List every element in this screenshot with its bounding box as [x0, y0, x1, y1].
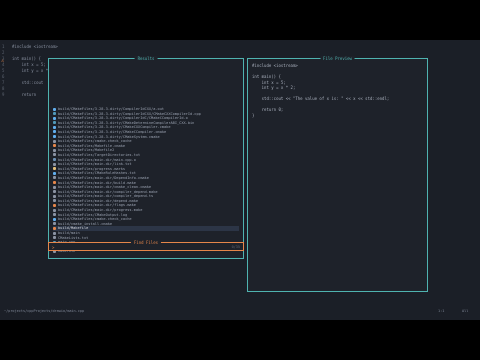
- cmake-file-icon: [53, 125, 56, 129]
- text-file-icon: [53, 139, 56, 143]
- line-number: 8: [2, 86, 5, 91]
- result-path: build/CMakeFiles/Makefile.cmake: [58, 143, 126, 148]
- result-path: build/CMakeFiles/main.dir/DependInfo.cma…: [58, 175, 149, 180]
- text-file-icon: [53, 153, 56, 157]
- folder-file-icon: [53, 158, 56, 162]
- result-path: build/CMakeFiles/main.dir/compiler_depen…: [58, 194, 154, 199]
- results-list: build/CMakeFiles/3.28.3-dirty/CompilerId…: [53, 107, 239, 254]
- find-files-prompt[interactable]: Find Files > 0/35: [48, 240, 244, 251]
- preview-line: std::cout << "The value of x is: " << x …: [252, 96, 390, 101]
- cursor-position: 1:1: [438, 309, 445, 313]
- result-path: build/CMakeFiles/cmake.check_cache: [58, 217, 132, 222]
- text-file-icon: [53, 148, 56, 152]
- results-panel: Results build/CMakeFiles/3.28.3-dirty/Co…: [48, 56, 244, 259]
- result-path: build/CMakeFiles/main.dir/link.txt: [58, 162, 132, 167]
- cpp-file-icon: [53, 121, 56, 125]
- result-path: build/CMakeFiles/main.dir/progress.make: [58, 208, 143, 213]
- text-file-icon: [53, 162, 56, 166]
- result-path: build/CMakeFiles/main.dir/cmake_clean.cm…: [58, 185, 152, 190]
- line-number: 6: [2, 74, 5, 79]
- result-path: build/CMakeFiles/3.28.3-dirty/CMakeSyste…: [58, 134, 160, 139]
- result-path: build/Makefile: [58, 226, 89, 231]
- editor-line: return: [12, 92, 37, 97]
- editor-line: std::cout: [12, 80, 44, 85]
- cmake-file-icon: [53, 116, 56, 120]
- cmake-file-icon: [53, 135, 56, 139]
- result-path: build/cmake_install.cmake: [58, 221, 113, 226]
- result-path: build/CMakeFiles/3.28.3-dirty/CompilerId…: [58, 116, 188, 121]
- result-path: build/CMakeFiles/main.dir/depend.make: [58, 198, 139, 203]
- cmake-file-icon: [53, 217, 56, 221]
- result-path: build/CMakeFiles/cmake.check_cache: [58, 139, 132, 144]
- result-path: build/main: [58, 231, 80, 236]
- line-number: 5: [2, 68, 5, 73]
- result-path: build/CMakeFiles/3.28.3-dirty/CMakeCComp…: [58, 129, 167, 134]
- text-file-icon: [53, 213, 56, 217]
- result-path: build/CMakeFiles/main.dir/main.cpp.o: [58, 157, 136, 162]
- text-file-icon: [53, 176, 56, 180]
- result-path: build/CMakeFiles/3.28.3-dirty/CompilerId…: [58, 107, 165, 111]
- line-number: 2: [2, 50, 5, 55]
- preview-panel: File Preview #include <iostream> int main…: [247, 56, 428, 292]
- result-path: CMakeLists.txt: [58, 235, 89, 240]
- result-count: 0/35: [231, 245, 240, 249]
- preview-line: }: [252, 112, 255, 118]
- results-panel-title: Results: [134, 56, 158, 61]
- result-path: build/CMakeFiles/main.dir/compiler_depen…: [58, 189, 158, 194]
- result-path: build/CMakeFiles/3.28.3-dirty/CMakeCXXCo…: [58, 125, 171, 130]
- result-path: build/CMakeFiles/CMakeOutput.log: [58, 212, 128, 217]
- file-path: ~/projects/cppProjects/drawio/main.cpp: [4, 309, 85, 313]
- result-path: build/CMakeFiles/3.28.3-dirty/CMakeDeter…: [58, 120, 195, 125]
- editor-line: #include <iostream>: [12, 44, 58, 49]
- result-path: build/CMakeFiles/CMakeRuleHashes.txt: [58, 171, 136, 176]
- preview-line: int x = 5;: [252, 79, 286, 85]
- line-number: 9: [2, 92, 5, 97]
- line-number: 1: [2, 44, 5, 49]
- statusbar: ~/projects/cppProjects/drawio/main.cpp 1…: [0, 308, 480, 314]
- result-path: build/CMakeFiles/Makefile2: [58, 148, 115, 153]
- prompt-title: Find Files: [130, 240, 162, 245]
- text-file-icon: [53, 194, 56, 198]
- preview-line: return 0;: [252, 107, 284, 112]
- text-file-icon: [53, 208, 56, 212]
- editor-line: int main() {: [12, 56, 41, 61]
- preview-line: #include <iostream>: [252, 63, 298, 68]
- make-file-icon: [53, 181, 56, 184]
- text-file-icon: [53, 231, 56, 235]
- result-path: build/CMakeFiles/TargetDirectories.txt: [58, 152, 141, 157]
- result-path: build/CMakeFiles/3.28.3-dirty/CompilerId…: [58, 111, 201, 116]
- prompt-prefix: >: [52, 245, 55, 250]
- cpp-file-icon: [53, 112, 56, 116]
- scroll-percent: All: [462, 309, 469, 313]
- json-file-icon: [53, 167, 56, 171]
- cmake-file-icon: [53, 107, 56, 111]
- preview-line: int main() {: [252, 74, 281, 79]
- make-file-icon: [53, 203, 56, 207]
- warning-sign-icon: ⚠: [1, 58, 5, 64]
- preview-line: int y = x * 2;: [252, 85, 296, 90]
- editor-line: int x = 5;: [12, 62, 46, 67]
- result-path: build/CMakeFiles/main.dir/flags.make: [58, 203, 136, 208]
- result-path: build/CMakeFiles/progress.marks: [58, 166, 126, 171]
- line-number: 7: [2, 80, 5, 85]
- cmake-file-icon: [53, 130, 56, 134]
- preview-panel-title: File Preview: [320, 56, 355, 61]
- result-path: build/CMakeFiles/main.dir/build.make: [58, 180, 136, 185]
- make-file-icon: [53, 226, 56, 230]
- text-file-icon: [53, 236, 56, 240]
- text-file-icon: [53, 222, 56, 226]
- text-file-icon: [53, 199, 56, 203]
- text-file-icon: [53, 185, 56, 189]
- text-file-icon: [53, 190, 56, 194]
- make-file-icon: [53, 144, 56, 148]
- cmake-file-icon: [53, 171, 56, 175]
